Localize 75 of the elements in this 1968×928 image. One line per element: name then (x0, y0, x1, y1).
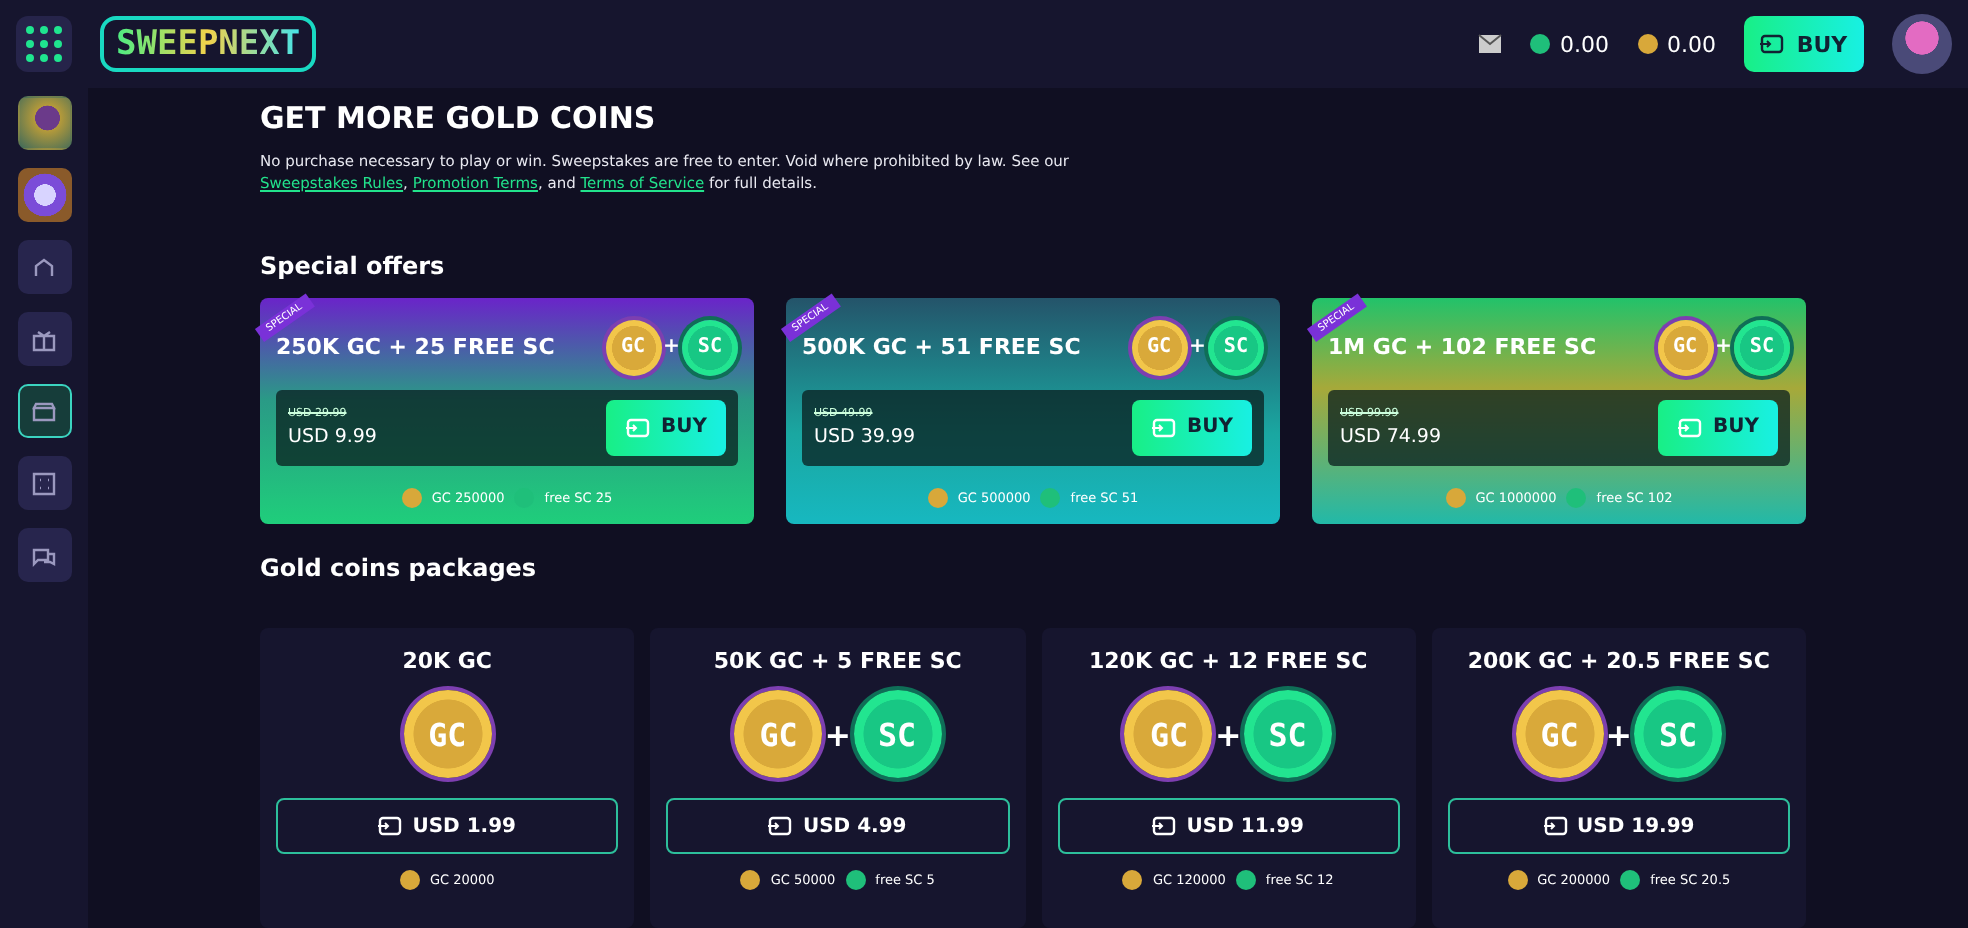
price-button[interactable]: USD 19.99 (1447, 798, 1790, 854)
plus-sign: + (1605, 715, 1632, 753)
sweeps-coin-icon (1620, 870, 1641, 890)
wallet-icon (625, 417, 649, 438)
plus-sign: + (1715, 336, 1732, 359)
page-title: GET MORE GOLD COINS (260, 100, 658, 136)
sidebar-item[interactable] (17, 528, 71, 582)
sweeps-coin-icon (1530, 34, 1550, 54)
store-icon (30, 397, 58, 425)
wallet-icon (1677, 417, 1701, 438)
sidebar-item[interactable] (17, 456, 71, 510)
buy-button[interactable]: BUY (1744, 16, 1864, 72)
gc-coin-icon (1445, 487, 1466, 508)
buy-button[interactable]: BUY (606, 399, 726, 456)
coin-icon: GC (1124, 690, 1213, 778)
wallet-icon (1543, 816, 1567, 836)
sweeps-coin-icon (1040, 487, 1061, 508)
sweeps-coin-icon (1566, 487, 1587, 508)
coin-icon: GC (1657, 319, 1714, 376)
coin-icon: SC (1634, 690, 1722, 778)
package-title: 120K GC + 12 FREE SC (1088, 648, 1368, 674)
coin-icon: GC (1515, 690, 1604, 778)
plus-sign: + (1214, 715, 1242, 753)
sweeps-coin-icon (845, 870, 866, 890)
section-heading: Gold coins packages (260, 554, 539, 582)
plus-sign: + (663, 336, 680, 359)
sidebar-item[interactable] (17, 312, 71, 366)
sweeps-coin-icon (1235, 870, 1256, 890)
sidebar-item[interactable] (17, 384, 71, 438)
gc-coin-icon (401, 487, 422, 508)
buy-button[interactable]: BUY (1658, 399, 1778, 456)
sidebar-item[interactable] (17, 240, 71, 294)
section-heading: Special offers (260, 251, 447, 280)
gc-coin-icon (1637, 34, 1657, 54)
price-button[interactable]: USD 4.99 (666, 798, 1009, 854)
price: USD 39.99 (814, 425, 916, 448)
coin-icon: SC (853, 690, 941, 778)
wallet-icon (378, 816, 403, 836)
coin-icon: SC (682, 319, 738, 376)
gc-coin-icon (399, 870, 420, 890)
package-title: 200K GC + 20.5 FREE SC (1467, 648, 1770, 674)
gift-icon (30, 325, 58, 353)
wallet-icon (1152, 816, 1177, 836)
plus-sign: + (1189, 336, 1206, 359)
gc-coin-icon (927, 487, 948, 508)
price: USD 74.99 (1340, 425, 1442, 448)
coin-icon: SC (1243, 690, 1332, 778)
dice-icon (30, 469, 58, 497)
menu-icon[interactable] (16, 16, 72, 72)
wallet-icon (768, 816, 793, 836)
game-thumbnail[interactable] (17, 96, 71, 150)
coin-icon: GC (734, 690, 823, 778)
package-title: 20K GC (402, 648, 492, 674)
sc-balance: 0.00 (1560, 31, 1609, 57)
price-button[interactable]: USD 1.99 (276, 798, 619, 854)
logo[interactable]: SWEEPNEXT (100, 16, 317, 72)
avatar[interactable] (1892, 14, 1952, 74)
gc-coin-icon (1122, 870, 1143, 890)
gc-coin-icon (1507, 870, 1528, 890)
coin-icon: SC (1734, 319, 1790, 376)
gc-balance: 0.00 (1667, 31, 1716, 57)
coin-icon: GC (403, 690, 492, 778)
wallet-icon (1760, 34, 1785, 54)
price: USD 9.99 (288, 425, 377, 448)
mail-icon[interactable] (1478, 34, 1502, 54)
plus-sign: + (824, 715, 851, 753)
wallet-icon (1151, 417, 1175, 438)
gc-coin-icon (740, 870, 761, 890)
price-button[interactable]: USD 11.99 (1057, 798, 1400, 854)
home-icon (30, 253, 58, 281)
coin-icon: SC (1208, 319, 1264, 376)
package-title: 50K GC + 5 FREE SC (713, 648, 962, 674)
coin-icon: GC (605, 319, 662, 376)
buy-button[interactable]: BUY (1132, 399, 1252, 456)
coin-icon: GC (1131, 319, 1188, 376)
